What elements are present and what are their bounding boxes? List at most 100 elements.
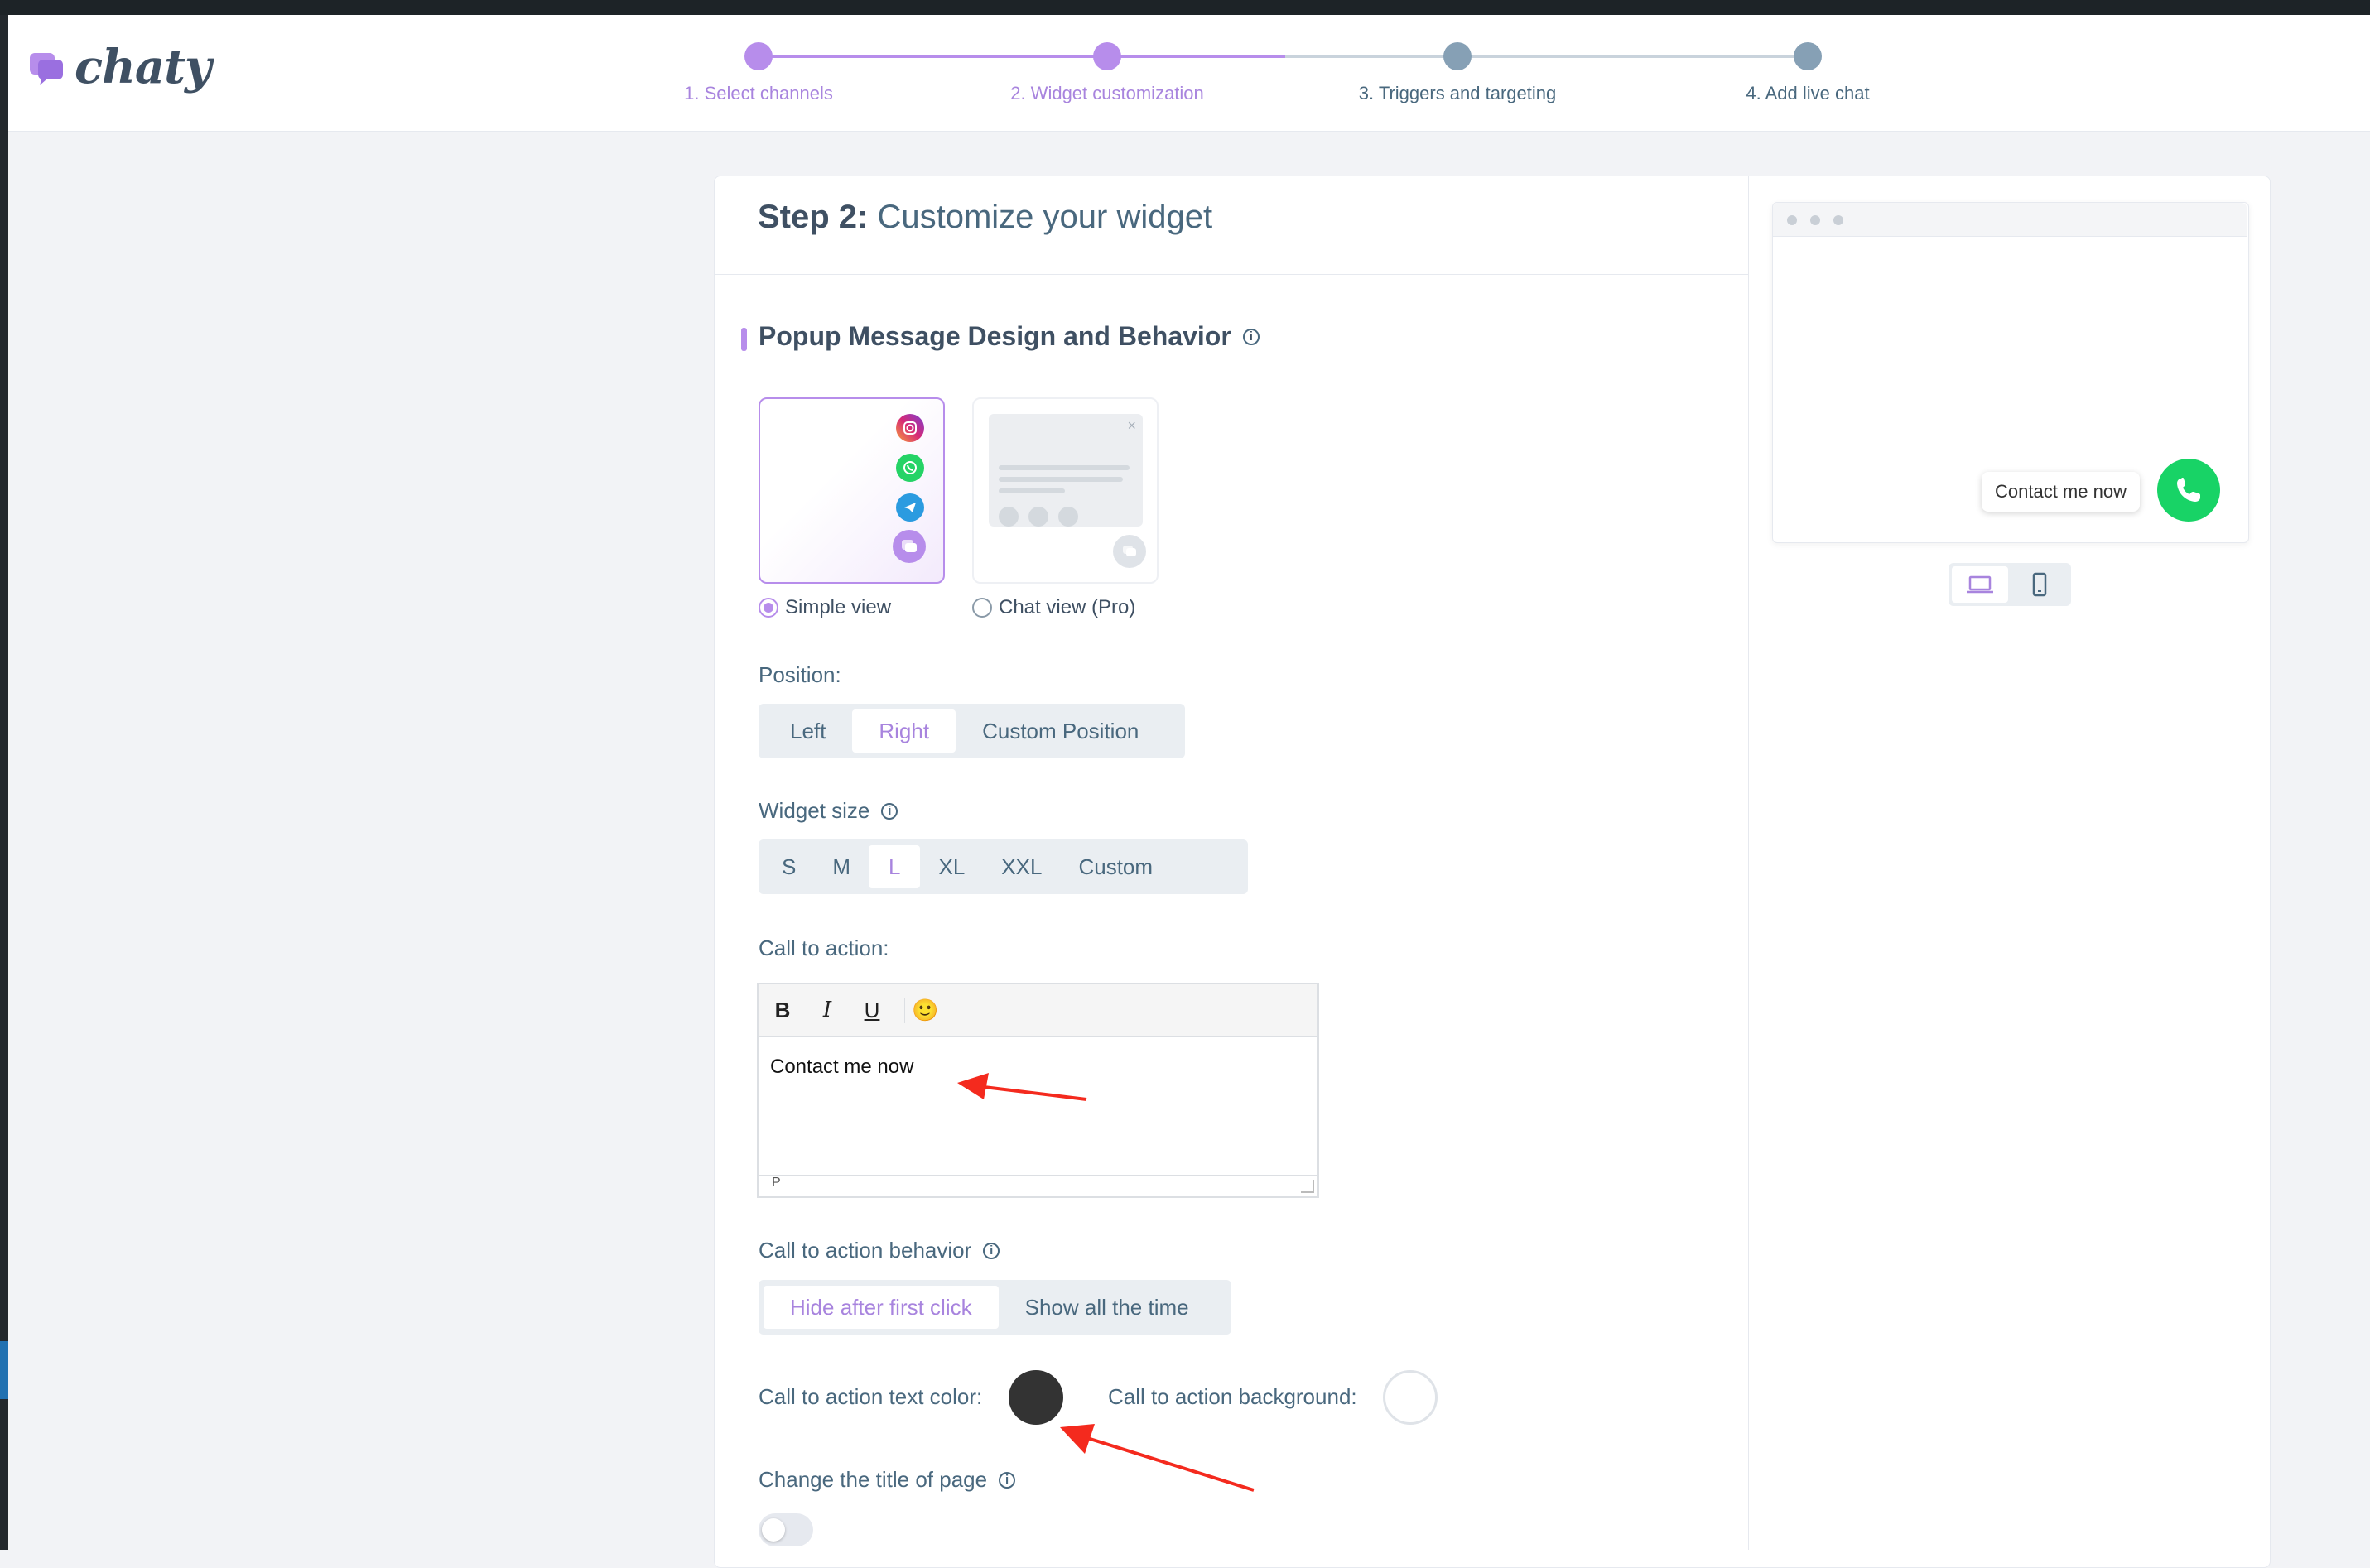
position-left-button[interactable]: Left: [764, 709, 852, 753]
toggle-knob: [762, 1518, 785, 1542]
step-3-label[interactable]: 3. Triggers and targeting: [1359, 83, 1556, 104]
info-icon[interactable]: i: [1242, 328, 1260, 345]
info-icon[interactable]: i: [881, 802, 898, 820]
cta-text-input[interactable]: Contact me now: [770, 1056, 913, 1079]
section-title: Popup Message Design and Behavior i: [759, 321, 1260, 352]
card-header-divider: [714, 274, 1748, 275]
underline-button[interactable]: U: [860, 998, 884, 1023]
position-label: Position:: [759, 662, 841, 688]
mock-line: [999, 488, 1065, 493]
device-toggle: [1949, 563, 2071, 606]
collapse-menu-tab[interactable]: [0, 1341, 8, 1399]
widget-size-label: Widget size i: [759, 798, 898, 824]
stepper-line-3: [1471, 55, 1809, 58]
section-accent-bar: [741, 328, 747, 351]
info-icon[interactable]: i: [999, 1471, 1016, 1489]
instagram-icon: [896, 414, 924, 442]
size-l-button[interactable]: L: [869, 845, 921, 888]
editor-path: P: [772, 1176, 781, 1190]
mock-line: [999, 477, 1123, 482]
cta-label: Call to action:: [759, 936, 889, 961]
chat-view-mock-window: ×: [989, 414, 1143, 527]
editor-toolbar: B I U 🙂: [759, 984, 1317, 1037]
size-xxl-button[interactable]: XXL: [983, 845, 1060, 888]
mock-header: [999, 421, 1130, 435]
step-4-label[interactable]: 4. Add live chat: [1746, 83, 1869, 104]
close-icon: ×: [1127, 417, 1136, 434]
page-title: Step 2: Customize your widget: [758, 199, 1212, 236]
size-s-button[interactable]: S: [764, 845, 814, 888]
telegram-icon: [896, 493, 924, 522]
size-custom-button[interactable]: Custom: [1060, 845, 1171, 888]
preview-cta-bubble: Contact me now: [1982, 472, 2140, 512]
position-label-text: Position:: [759, 662, 841, 687]
browser-dot: [1810, 215, 1820, 225]
step-1-label[interactable]: 1. Select channels: [684, 83, 833, 104]
cta-background-swatch[interactable]: [1383, 1370, 1438, 1425]
annotation-arrow-icon: [1060, 1424, 1255, 1492]
hide-after-click-button[interactable]: Hide after first click: [764, 1286, 999, 1329]
cta-text-color-label-text: Call to action text color:: [759, 1384, 983, 1409]
whatsapp-icon: [896, 454, 924, 482]
step-3-dot[interactable]: [1443, 42, 1472, 70]
mock-line: [999, 465, 1130, 470]
phone-icon: [2177, 478, 2200, 502]
section-title-text: Popup Message Design and Behavior: [759, 321, 1231, 351]
stepper-line-2b: [1285, 55, 1457, 58]
mock-dot: [1058, 507, 1078, 527]
chaty-icon: [893, 530, 926, 563]
simple-view-label: Simple view: [785, 596, 892, 618]
chaty-logo[interactable]: chaty: [28, 40, 212, 94]
position-custom-button[interactable]: Custom Position: [956, 709, 1165, 753]
card-divider: [1748, 176, 1749, 1550]
mock-dot: [1028, 507, 1048, 527]
chat-view-option[interactable]: Chat view (Pro): [972, 596, 1135, 619]
step-2-dot[interactable]: [1093, 42, 1121, 70]
bold-button[interactable]: B: [770, 998, 795, 1023]
widget-size-label-text: Widget size: [759, 798, 870, 823]
size-xl-button[interactable]: XL: [920, 845, 983, 888]
chat-view-radio[interactable]: [972, 598, 992, 618]
wp-admin-bar: [0, 0, 2370, 15]
cta-text-color-swatch[interactable]: [1009, 1370, 1063, 1425]
browser-dot: [1833, 215, 1843, 225]
preview-browser-bar: [1773, 203, 2247, 237]
editor-statusbar: P: [759, 1175, 1317, 1196]
simple-view-card[interactable]: [759, 397, 945, 584]
preview-whatsapp-button[interactable]: [2157, 459, 2220, 522]
annotation-arrow-icon: [957, 1073, 1087, 1101]
show-all-time-button[interactable]: Show all the time: [999, 1286, 1216, 1329]
simple-view-radio[interactable]: [759, 598, 778, 618]
chat-view-label: Chat view (Pro): [999, 596, 1136, 618]
step-1-dot[interactable]: [744, 42, 773, 70]
chat-view-card[interactable]: ×: [972, 397, 1159, 584]
mobile-preview-button[interactable]: [2011, 566, 2068, 603]
cta-background-label-text: Call to action background:: [1108, 1384, 1357, 1409]
change-title-label-text: Change the title of page: [759, 1467, 988, 1492]
step-4-dot[interactable]: [1794, 42, 1822, 70]
cta-behavior-segmented: Hide after first click Show all the time: [759, 1280, 1231, 1335]
resize-handle[interactable]: [1301, 1180, 1314, 1193]
page-title-text: Customize your widget: [868, 199, 1213, 235]
step-2-label[interactable]: 2. Widget customization: [1010, 83, 1204, 104]
logo-text: chaty: [75, 40, 212, 94]
stepper-line-2a: [1120, 55, 1285, 58]
cta-behavior-label: Call to action behavior i: [759, 1238, 1000, 1263]
chaty-logo-icon: [30, 53, 63, 85]
app-header: [8, 15, 2370, 132]
italic-button[interactable]: I: [815, 998, 840, 1022]
cta-label-text: Call to action:: [759, 936, 889, 960]
cta-background-label: Call to action background:: [1108, 1384, 1357, 1410]
laptop-icon: [1967, 575, 1993, 594]
emoji-button[interactable]: 🙂: [904, 997, 938, 1023]
desktop-preview-button[interactable]: [1952, 566, 2008, 603]
cta-text-color-label: Call to action text color:: [759, 1384, 982, 1410]
info-icon[interactable]: i: [983, 1242, 1000, 1259]
wp-admin-sidebar-edge: [0, 15, 8, 1550]
cta-behavior-label-text: Call to action behavior: [759, 1238, 972, 1263]
position-right-button[interactable]: Right: [852, 709, 956, 753]
change-title-label: Change the title of page i: [759, 1467, 1016, 1493]
simple-view-option[interactable]: Simple view: [759, 596, 891, 619]
browser-dot: [1787, 215, 1797, 225]
size-m-button[interactable]: M: [814, 845, 869, 888]
